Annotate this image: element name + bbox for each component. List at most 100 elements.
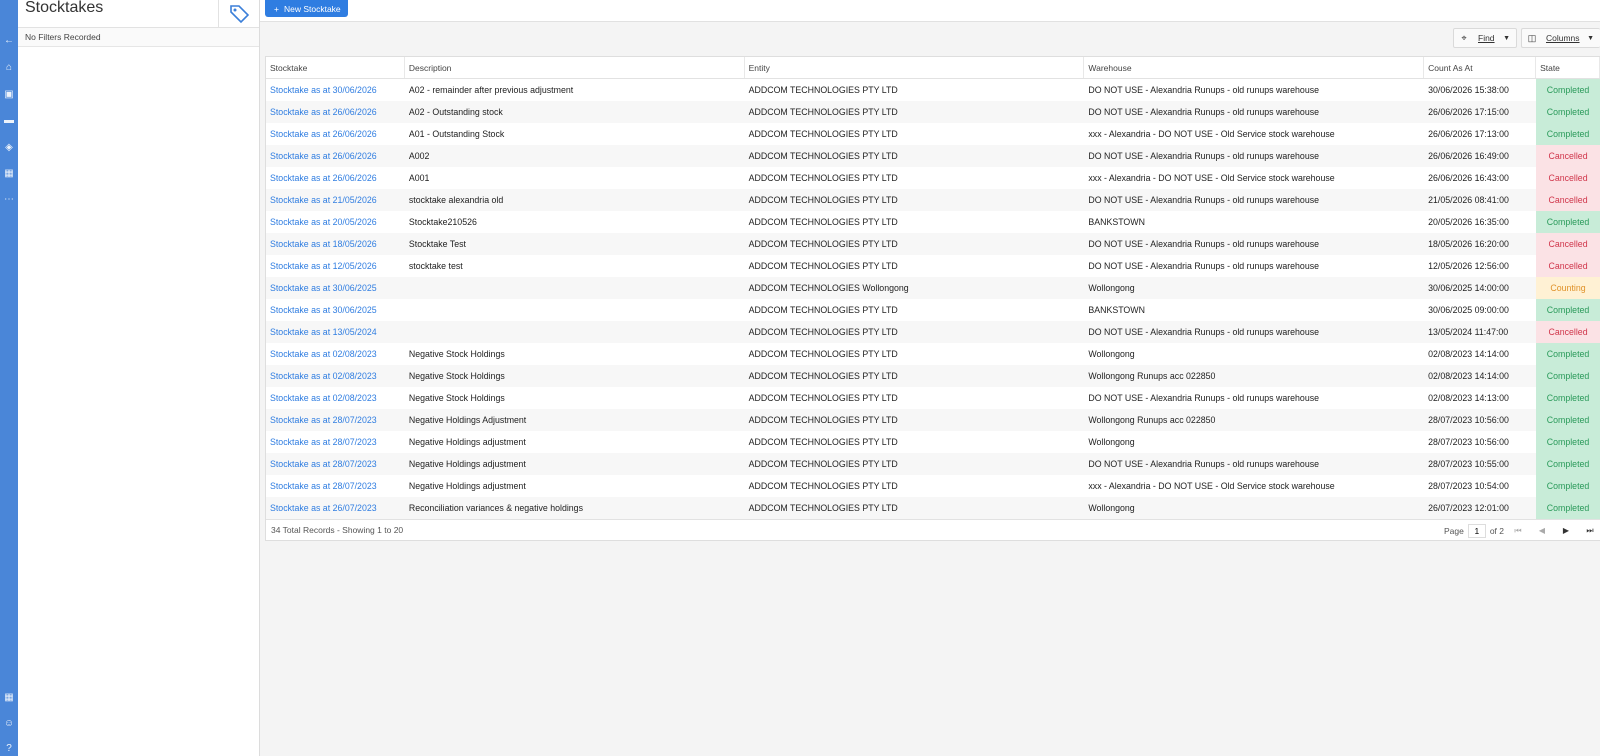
table-row[interactable]: Stocktake as at 02/08/2023 Negative Stock… bbox=[266, 343, 1600, 365]
stocktake-link[interactable]: Stocktake as at 28/07/2023 bbox=[266, 453, 405, 475]
description-cell: Reconciliation variances & negative hold… bbox=[408, 503, 583, 513]
count-as-at-cell: 02/08/2023 14:14:00 bbox=[1428, 349, 1509, 359]
stocktake-link[interactable]: Stocktake as at 13/05/2024 bbox=[266, 321, 405, 343]
warehouse-cell: Wollongong Runups acc 022850 bbox=[1088, 415, 1216, 425]
column-header-count-as-at[interactable]: Count As At bbox=[1424, 57, 1537, 78]
side-panel-header: Stocktakes bbox=[18, 0, 259, 28]
stocktake-link[interactable]: Stocktake as at 20/05/2026 bbox=[266, 211, 405, 233]
stocktake-link[interactable]: Stocktake as at 21/05/2026 bbox=[266, 189, 405, 211]
table-row[interactable]: Stocktake as at 30/06/2026 A02 - remainde… bbox=[266, 79, 1600, 101]
help-icon[interactable]: ? bbox=[0, 741, 18, 755]
stocktake-link[interactable]: Stocktake as at 26/06/2026 bbox=[266, 167, 405, 189]
entity-cell: ADDCOM TECHNOLOGIES PTY LTD bbox=[748, 173, 898, 183]
entity-cell: ADDCOM TECHNOLOGIES PTY LTD bbox=[748, 459, 898, 469]
table-row[interactable]: Stocktake as at 20/05/2026 Stocktake21052… bbox=[266, 211, 1600, 233]
warehouse-cell: DO NOT USE - Alexandria Runups - old run… bbox=[1088, 107, 1320, 117]
state-badge: Completed bbox=[1536, 475, 1600, 497]
stocktake-link[interactable]: Stocktake as at 28/07/2023 bbox=[266, 409, 405, 431]
tag-icon[interactable]: ◈ bbox=[0, 140, 18, 154]
new-stocktake-button[interactable]: + New Stocktake bbox=[265, 0, 348, 17]
columns-button[interactable]: ◫ Columns ▼ bbox=[1521, 28, 1600, 48]
back-arrow-icon[interactable]: ← bbox=[0, 33, 18, 47]
table-row[interactable]: Stocktake as at 02/08/2023 Negative Stock… bbox=[266, 387, 1600, 409]
stocktake-link[interactable]: Stocktake as at 30/06/2025 bbox=[266, 299, 405, 321]
stocktake-link[interactable]: Stocktake as at 28/07/2023 bbox=[266, 475, 405, 497]
state-badge: Completed bbox=[1536, 453, 1600, 475]
table-row[interactable]: Stocktake as at 26/06/2026 A01 - Outstand… bbox=[266, 123, 1600, 145]
state-badge: Counting bbox=[1536, 277, 1600, 299]
table-row[interactable]: Stocktake as at 13/05/2024 ADDCOM TECHNOL… bbox=[266, 321, 1600, 343]
table-header: Stocktake Description Entity Warehouse C… bbox=[266, 57, 1600, 79]
stocktake-link[interactable]: Stocktake as at 28/07/2023 bbox=[266, 431, 405, 453]
home-icon[interactable]: ⌂ bbox=[0, 60, 18, 74]
column-header-warehouse[interactable]: Warehouse bbox=[1084, 57, 1425, 78]
table-row[interactable]: Stocktake as at 26/06/2026 A02 - Outstand… bbox=[266, 101, 1600, 123]
description-cell bbox=[405, 299, 745, 321]
description-cell: stocktake test bbox=[408, 261, 463, 271]
stocktake-link[interactable]: Stocktake as at 26/06/2026 bbox=[266, 145, 405, 167]
warehouse-cell: DO NOT USE - Alexandria Runups - old run… bbox=[1088, 195, 1320, 205]
state-badge: Completed bbox=[1536, 409, 1600, 431]
description-cell: A001 bbox=[408, 173, 430, 183]
stocktake-link[interactable]: Stocktake as at 30/06/2025 bbox=[266, 277, 405, 299]
prev-page-icon[interactable]: ◀​ bbox=[1532, 520, 1552, 541]
count-as-at-cell: 26/06/2026 17:15:00 bbox=[1428, 107, 1509, 117]
stocktake-link[interactable]: Stocktake as at 02/08/2023 bbox=[266, 387, 405, 409]
table-row[interactable]: Stocktake as at 26/07/2023 Reconciliation… bbox=[266, 497, 1600, 519]
last-page-icon[interactable]: ⏭ bbox=[1580, 520, 1600, 541]
description-cell: Negative Stock Holdings bbox=[408, 371, 505, 381]
stocktake-link[interactable]: Stocktake as at 30/06/2026 bbox=[266, 79, 405, 101]
stocktake-link[interactable]: Stocktake as at 02/08/2023 bbox=[266, 365, 405, 387]
tag-icon[interactable] bbox=[218, 0, 260, 28]
plus-icon: + bbox=[274, 3, 279, 14]
building-icon[interactable]: ▦ bbox=[0, 166, 18, 180]
truck-icon[interactable]: ▣ bbox=[0, 87, 18, 101]
stocktake-link[interactable]: Stocktake as at 12/05/2026 bbox=[266, 255, 405, 277]
stocktake-link[interactable]: Stocktake as at 18/05/2026 bbox=[266, 233, 405, 255]
page-input[interactable] bbox=[1467, 523, 1486, 538]
table-row[interactable]: Stocktake as at 28/07/2023 Negative Holdi… bbox=[266, 453, 1600, 475]
next-page-icon[interactable]: ▶ bbox=[1556, 520, 1576, 541]
count-as-at-cell: 26/06/2026 16:49:00 bbox=[1428, 151, 1509, 161]
table-row[interactable]: Stocktake as at 28/07/2023 Negative Holdi… bbox=[266, 475, 1600, 497]
table-row[interactable]: Stocktake as at 26/06/2026 A001 ADDCOM TEC… bbox=[266, 167, 1600, 189]
find-label: Find bbox=[1478, 33, 1495, 43]
column-header-entity[interactable]: Entity bbox=[745, 57, 1085, 78]
table-row[interactable]: Stocktake as at 30/06/2025 ADDCOM TECHNOL… bbox=[266, 277, 1600, 299]
table-row[interactable]: Stocktake as at 26/06/2026 A002 ADDCOM TEC… bbox=[266, 145, 1600, 167]
table-row[interactable]: Stocktake as at 30/06/2025 ADDCOM TECHNOL… bbox=[266, 299, 1600, 321]
table-row[interactable]: Stocktake as at 12/05/2026 stocktake test… bbox=[266, 255, 1600, 277]
stocktake-link[interactable]: Stocktake as at 26/07/2023 bbox=[266, 497, 405, 519]
stocktake-link[interactable]: Stocktake as at 02/08/2023 bbox=[266, 343, 405, 365]
entity-cell: ADDCOM TECHNOLOGIES PTY LTD bbox=[748, 371, 898, 381]
column-header-description[interactable]: Description bbox=[405, 57, 745, 78]
column-header-state[interactable]: State bbox=[1536, 57, 1600, 78]
crosshair-icon: ⌖ bbox=[1461, 32, 1467, 43]
description-cell: Negative Stock Holdings bbox=[408, 349, 505, 359]
table-row[interactable]: Stocktake as at 28/07/2023 Negative Holdi… bbox=[266, 409, 1600, 431]
state-badge: Completed bbox=[1536, 101, 1600, 123]
entity-cell: ADDCOM TECHNOLOGIES PTY LTD bbox=[748, 217, 898, 227]
stocktake-link[interactable]: Stocktake as at 26/06/2026 bbox=[266, 101, 405, 123]
state-badge: Completed bbox=[1536, 123, 1600, 145]
first-page-icon[interactable]: ⏮ bbox=[1508, 520, 1528, 541]
table-row[interactable]: Stocktake as at 02/08/2023 Negative Stock… bbox=[266, 365, 1600, 387]
more-icon[interactable]: ⋯ bbox=[0, 192, 18, 206]
stocktake-link[interactable]: Stocktake as at 26/06/2026 bbox=[266, 123, 405, 145]
table-row[interactable]: Stocktake as at 28/07/2023 Negative Holdi… bbox=[266, 431, 1600, 453]
entity-cell: ADDCOM TECHNOLOGIES PTY LTD bbox=[748, 305, 898, 315]
state-badge: Completed bbox=[1536, 365, 1600, 387]
card-icon[interactable]: ▬ bbox=[0, 113, 18, 127]
warehouse-cell: BANKSTOWN bbox=[1088, 217, 1145, 227]
description-cell: A02 - remainder after previous adjustmen… bbox=[408, 85, 574, 95]
find-button[interactable]: ⌖ Find ▼ bbox=[1453, 28, 1517, 48]
description-cell: A01 - Outstanding Stock bbox=[408, 129, 505, 139]
user-icon[interactable]: ☺ bbox=[0, 716, 18, 730]
state-badge: Cancelled bbox=[1536, 167, 1600, 189]
warehouse-cell: DO NOT USE - Alexandria Runups - old run… bbox=[1088, 459, 1320, 469]
table-row[interactable]: Stocktake as at 18/05/2026 Stocktake Test… bbox=[266, 233, 1600, 255]
column-header-stocktake[interactable]: Stocktake bbox=[266, 57, 405, 78]
warehouse-cell: DO NOT USE - Alexandria Runups - old run… bbox=[1088, 85, 1320, 95]
table-row[interactable]: Stocktake as at 21/05/2026 stocktake alex… bbox=[266, 189, 1600, 211]
grid-icon[interactable]: ▦ bbox=[0, 690, 18, 704]
